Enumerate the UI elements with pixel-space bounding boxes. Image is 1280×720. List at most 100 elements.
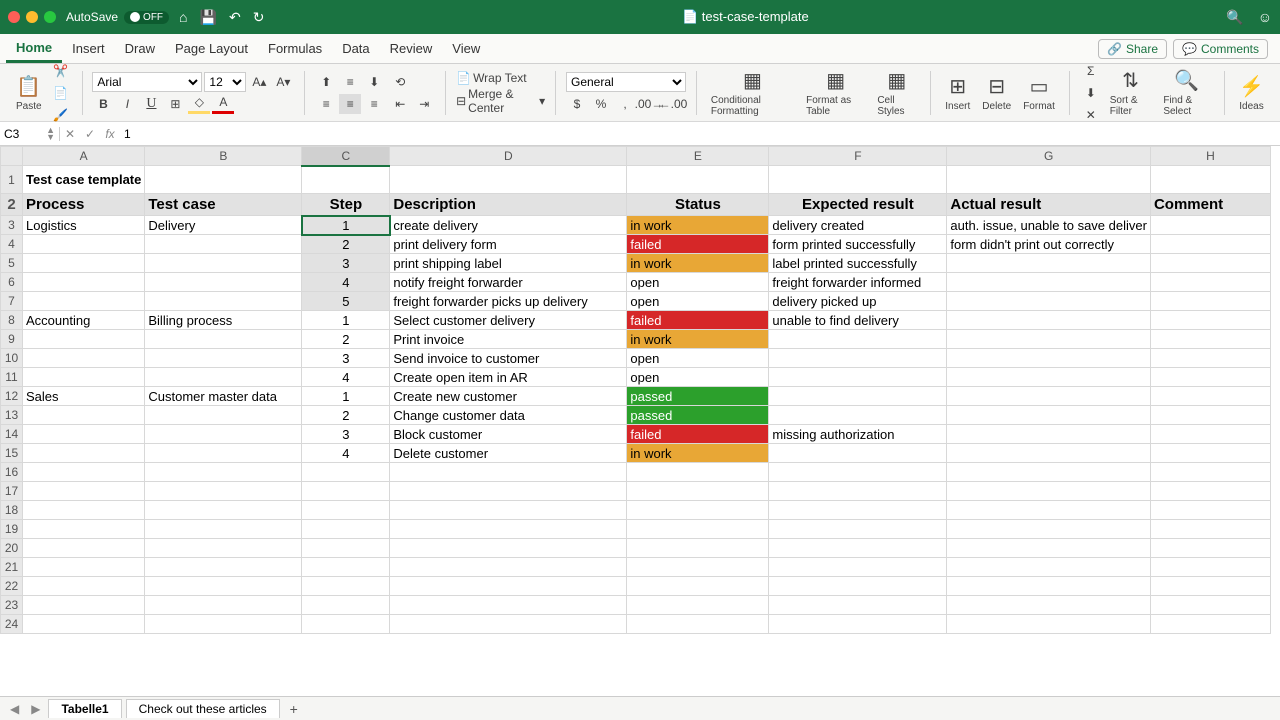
cell[interactable] — [302, 615, 390, 634]
cell-comment[interactable] — [1150, 235, 1270, 254]
sheet-nav-prev[interactable]: ◀ — [6, 702, 23, 716]
cell-expected[interactable]: unable to find delivery — [769, 311, 947, 330]
cell[interactable] — [390, 615, 627, 634]
save-icon[interactable]: 💾 — [200, 9, 217, 26]
cell-expected[interactable] — [769, 406, 947, 425]
cell[interactable] — [769, 596, 947, 615]
cell-step[interactable]: 4 — [302, 444, 390, 463]
cell[interactable] — [947, 166, 1151, 194]
cell-step[interactable]: 3 — [302, 425, 390, 444]
font-color-button[interactable]: A — [212, 94, 234, 114]
cell-step[interactable]: 2 — [302, 235, 390, 254]
cell-testcase[interactable] — [145, 235, 302, 254]
cell[interactable] — [769, 615, 947, 634]
align-left-icon[interactable]: ≡ — [315, 94, 337, 114]
cell[interactable] — [1150, 596, 1270, 615]
close-icon[interactable] — [8, 11, 20, 23]
cell[interactable] — [627, 577, 769, 596]
hdr-expected[interactable]: Expected result — [769, 194, 947, 216]
cell-status[interactable]: failed — [627, 425, 769, 444]
col-header-E[interactable]: E — [627, 147, 769, 166]
align-center-icon[interactable]: ≡ — [339, 94, 361, 114]
cell-expected[interactable]: freight forwarder informed — [769, 273, 947, 292]
cell-process[interactable] — [23, 444, 145, 463]
hdr-process[interactable]: Process — [23, 194, 145, 216]
row-header[interactable]: 13 — [1, 406, 23, 425]
tab-insert[interactable]: Insert — [62, 34, 115, 63]
sheet-tab-2[interactable]: Check out these articles — [126, 699, 280, 718]
cell-step[interactable]: 1 — [302, 387, 390, 406]
cell[interactable] — [145, 166, 302, 194]
row-header[interactable]: 21 — [1, 558, 23, 577]
cell-actual[interactable] — [947, 387, 1151, 406]
row-header[interactable]: 14 — [1, 425, 23, 444]
hdr-comment[interactable]: Comment — [1150, 194, 1270, 216]
title-cell[interactable]: Test case template — [23, 166, 145, 194]
cell-desc[interactable]: notify freight forwarder — [390, 273, 627, 292]
spreadsheet-grid[interactable]: A B C D E F G H 1Test case template2Proc… — [0, 146, 1280, 716]
col-header-D[interactable]: D — [390, 147, 627, 166]
increase-decimal-icon[interactable]: .00→ — [638, 94, 660, 114]
cell-step[interactable]: 3 — [302, 349, 390, 368]
sort-filter-button[interactable]: ⇅Sort & Filter — [1106, 66, 1156, 119]
cell-comment[interactable] — [1150, 254, 1270, 273]
tab-review[interactable]: Review — [380, 34, 443, 63]
cell-comment[interactable] — [1150, 330, 1270, 349]
cell-desc[interactable]: Select customer delivery — [390, 311, 627, 330]
cell[interactable] — [145, 577, 302, 596]
align-right-icon[interactable]: ≡ — [363, 94, 385, 114]
cell-status[interactable]: in work — [627, 444, 769, 463]
cell[interactable] — [1150, 577, 1270, 596]
cell[interactable] — [23, 520, 145, 539]
cell[interactable] — [947, 463, 1151, 482]
cell[interactable] — [302, 166, 390, 194]
cell-step[interactable]: 4 — [302, 273, 390, 292]
cell-desc[interactable]: print shipping label — [390, 254, 627, 273]
cell[interactable] — [947, 615, 1151, 634]
cell[interactable] — [947, 596, 1151, 615]
cell-step[interactable]: 1 — [302, 216, 390, 235]
cell-testcase[interactable] — [145, 254, 302, 273]
cell-testcase[interactable] — [145, 330, 302, 349]
cell[interactable] — [390, 166, 627, 194]
row-header[interactable]: 6 — [1, 273, 23, 292]
row-header[interactable]: 17 — [1, 482, 23, 501]
cell-testcase[interactable]: Delivery — [145, 216, 302, 235]
cell-testcase[interactable] — [145, 349, 302, 368]
enter-icon[interactable]: ✓ — [80, 127, 100, 141]
cell[interactable] — [302, 463, 390, 482]
format-cells-button[interactable]: ▭Format — [1019, 72, 1059, 114]
hdr-desc[interactable]: Description — [390, 194, 627, 216]
percent-icon[interactable]: % — [590, 94, 612, 114]
cell-status[interactable]: open — [627, 273, 769, 292]
autosum-icon[interactable]: Σ — [1080, 61, 1102, 81]
cell-process[interactable] — [23, 273, 145, 292]
decrease-indent-icon[interactable]: ⇤ — [389, 94, 411, 114]
cell[interactable] — [769, 520, 947, 539]
cell[interactable] — [627, 539, 769, 558]
merge-center-button[interactable]: ⊟ Merge & Center ▾ — [456, 87, 545, 115]
cell[interactable] — [1150, 166, 1270, 194]
cell-expected[interactable] — [769, 330, 947, 349]
cell-process[interactable] — [23, 330, 145, 349]
cell[interactable] — [769, 501, 947, 520]
insert-cells-button[interactable]: ⊞Insert — [941, 72, 974, 114]
cell-status[interactable]: in work — [627, 216, 769, 235]
row-header[interactable]: 23 — [1, 596, 23, 615]
cell-desc[interactable]: print delivery form — [390, 235, 627, 254]
row-header[interactable]: 15 — [1, 444, 23, 463]
cell-actual[interactable] — [947, 349, 1151, 368]
currency-icon[interactable]: $ — [566, 94, 588, 114]
cell[interactable] — [1150, 501, 1270, 520]
cell[interactable] — [390, 596, 627, 615]
cell-expected[interactable]: form printed successfully — [769, 235, 947, 254]
row-header[interactable]: 16 — [1, 463, 23, 482]
sheet-tab-1[interactable]: Tabelle1 — [48, 699, 121, 718]
cell[interactable] — [145, 539, 302, 558]
cell-expected[interactable]: delivery picked up — [769, 292, 947, 311]
border-button[interactable]: ⊞ — [164, 94, 186, 114]
cell-comment[interactable] — [1150, 216, 1270, 235]
account-icon[interactable]: ☺ — [1258, 9, 1272, 26]
undo-icon[interactable]: ↶ — [229, 9, 241, 26]
align-top-icon[interactable]: ⬆ — [315, 72, 337, 92]
